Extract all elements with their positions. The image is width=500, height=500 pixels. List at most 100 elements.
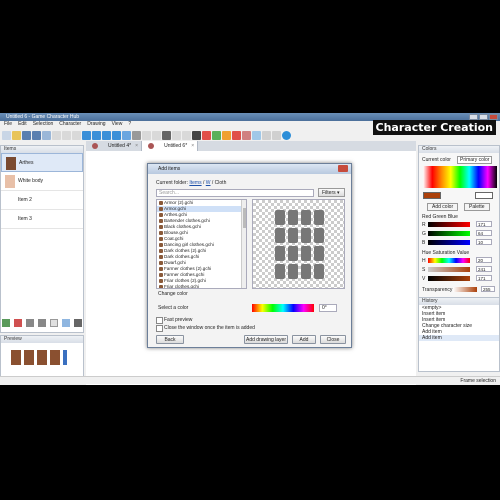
add-button[interactable]: Add [292, 335, 316, 344]
breadcrumb-items[interactable]: Items [189, 180, 201, 186]
duplicate-icon[interactable] [62, 319, 70, 327]
preview-sprite [11, 350, 21, 365]
item-white-body[interactable]: White body [1, 172, 83, 191]
search-input[interactable]: Search... [156, 189, 314, 197]
menu-help[interactable]: ? [128, 121, 131, 128]
move-icon[interactable] [162, 130, 171, 140]
remove-item-icon[interactable] [14, 319, 22, 327]
cut-icon[interactable] [52, 130, 61, 140]
hue-value[interactable]: 20 [476, 257, 492, 263]
grid-icon[interactable] [142, 130, 151, 140]
hue-slider[interactable] [252, 304, 314, 312]
save-icon[interactable] [22, 130, 31, 140]
undo-icon[interactable] [82, 130, 91, 140]
new-icon[interactable] [2, 130, 11, 140]
menu-edit[interactable]: Edit [18, 121, 27, 128]
item-file-icon [159, 279, 163, 283]
file-list-scrollbar[interactable] [241, 200, 246, 288]
pencil-icon[interactable] [192, 130, 201, 140]
character-icon [92, 143, 98, 149]
transparency-slider[interactable] [453, 287, 477, 292]
item-file-list: Armor (2).gchi Armor.gchi Arthes.gchi Barte… [156, 199, 247, 289]
file-name: Arthes.gchi [164, 212, 187, 217]
tab-untitled-6[interactable]: Untitled 6* × [142, 141, 199, 151]
menu-view[interactable]: View [112, 121, 123, 128]
text-icon[interactable] [272, 130, 281, 140]
value-value[interactable]: 171 [476, 275, 492, 281]
arrow-down-icon[interactable] [112, 130, 121, 140]
saturation-slider[interactable] [428, 267, 470, 272]
fill-icon[interactable] [212, 130, 221, 140]
close-tab-icon[interactable]: × [135, 141, 138, 151]
back-button[interactable]: Back [156, 335, 184, 344]
color-spectrum[interactable] [423, 166, 497, 188]
blank-icon[interactable] [50, 319, 58, 327]
folder-label: Current folder: [156, 180, 188, 186]
item-file-icon [159, 285, 163, 288]
pause-icon[interactable] [63, 350, 67, 365]
palette-button[interactable]: Palette [464, 203, 490, 211]
palette-icon[interactable] [222, 130, 231, 140]
file-name: Dwarf.gchi [164, 260, 186, 265]
arrow-up-icon[interactable] [102, 130, 111, 140]
open-icon[interactable] [12, 130, 21, 140]
value-slider[interactable] [428, 276, 470, 281]
red-slider[interactable] [428, 222, 470, 227]
green-value[interactable]: 64 [476, 230, 492, 236]
color-picker-icon[interactable] [202, 130, 211, 140]
save-all-icon[interactable] [32, 130, 41, 140]
item-arthes[interactable]: Arthes [1, 153, 83, 172]
close-window-checkbox[interactable]: Close the window once the item is added [156, 325, 255, 332]
filters-button[interactable]: Filters ▾ [318, 188, 345, 197]
item-3[interactable]: Item 3 [1, 210, 83, 229]
select-icon[interactable] [132, 130, 141, 140]
fast-preview-checkbox[interactable]: Fast preview [156, 317, 192, 324]
preview-sprite [37, 350, 47, 365]
hue-input[interactable]: 0° [319, 304, 337, 312]
secondary-color-swatch[interactable] [475, 192, 493, 199]
breadcrumb-w[interactable]: W [206, 180, 211, 186]
menu-character[interactable]: Character [59, 121, 81, 128]
eraser-icon[interactable] [242, 130, 251, 140]
properties-icon[interactable] [74, 319, 82, 327]
item-file-icon [159, 219, 163, 223]
dialog-close-icon[interactable] [338, 165, 348, 172]
copy-icon[interactable] [62, 130, 71, 140]
saturation-value[interactable]: 241 [476, 266, 492, 272]
item-2[interactable]: Item 2 [1, 191, 83, 210]
preview-sprite [50, 350, 60, 365]
add-drawing-layer-button[interactable]: Add drawing layer [244, 335, 288, 344]
close-tab-icon[interactable]: × [191, 141, 194, 151]
move-down-icon[interactable] [38, 319, 46, 327]
flip-icon[interactable] [122, 130, 131, 140]
menu-file[interactable]: File [4, 121, 12, 128]
paste-icon[interactable] [72, 130, 81, 140]
tab-untitled-4[interactable]: Untitled 4* × [86, 141, 143, 151]
item-file-icon [159, 249, 163, 253]
blue-value[interactable]: 10 [476, 239, 492, 245]
add-color-button[interactable]: Add color [427, 203, 459, 211]
frame-icon[interactable] [152, 130, 161, 140]
menu-drawing[interactable]: Drawing [87, 121, 105, 128]
blue-slider[interactable] [428, 240, 470, 245]
red-value[interactable]: 171 [476, 221, 492, 227]
menu-selection[interactable]: Selection [33, 121, 54, 128]
transparency-value[interactable]: 255 [481, 286, 495, 292]
preview-panel-title: Preview [1, 336, 83, 343]
rotate-icon[interactable] [172, 130, 181, 140]
close-button[interactable]: Close [320, 335, 346, 344]
brush-icon[interactable] [232, 130, 241, 140]
zoom-icon[interactable] [282, 130, 291, 140]
crop-icon[interactable] [182, 130, 191, 140]
redo-icon[interactable] [92, 130, 101, 140]
green-slider[interactable] [428, 231, 470, 236]
primary-color-select[interactable]: Primary color [457, 156, 493, 164]
hue-slider[interactable] [428, 258, 470, 263]
move-up-icon[interactable] [26, 319, 34, 327]
bucket-icon[interactable] [252, 130, 261, 140]
file-list-item[interactable]: Friar clothes.gchi [157, 284, 246, 288]
add-item-icon[interactable] [2, 319, 10, 327]
export-icon[interactable] [42, 130, 51, 140]
history-item[interactable]: Add item [419, 335, 499, 341]
shape-icon[interactable] [262, 130, 271, 140]
